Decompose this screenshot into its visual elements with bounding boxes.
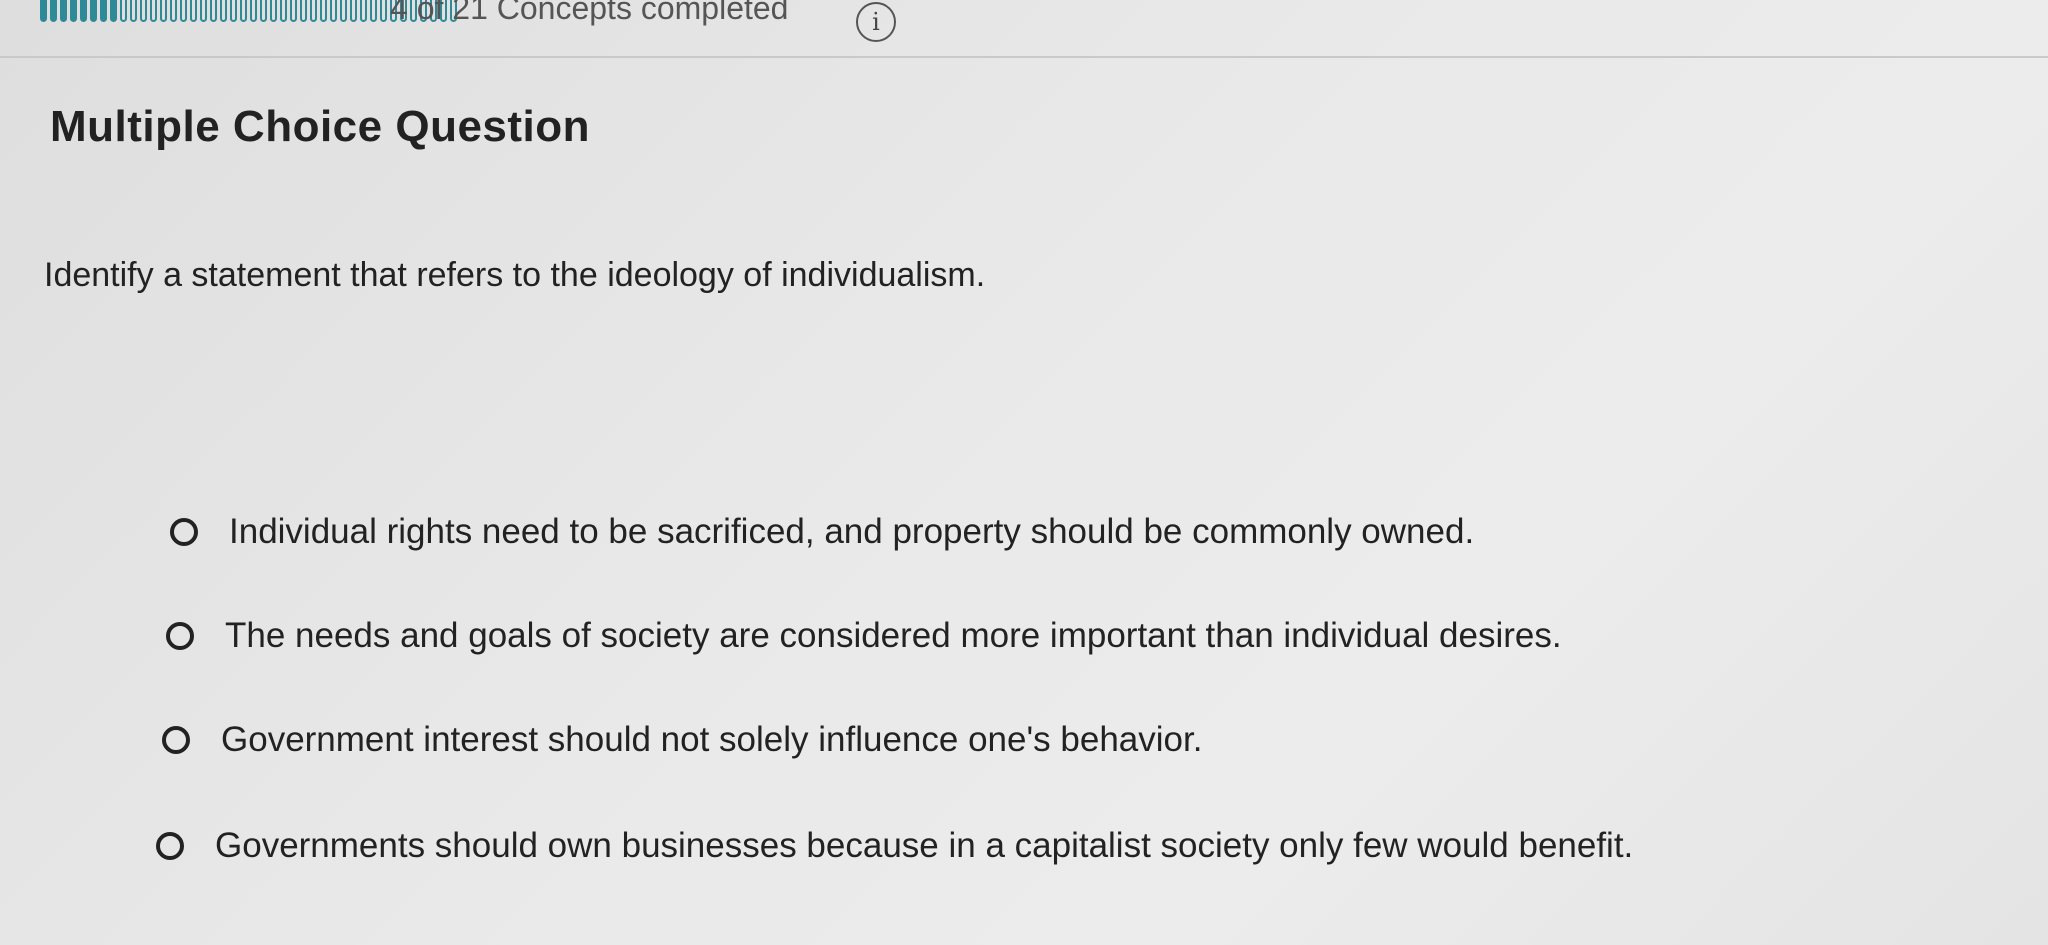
progress-segment-remaining — [320, 0, 327, 22]
progress-segment-remaining — [340, 0, 347, 22]
answer-option-label: The needs and goals of society are consi… — [225, 616, 1562, 655]
progress-label: 4 of 21 Concepts completed — [390, 0, 789, 26]
header-divider — [0, 56, 2048, 58]
radio-button[interactable] — [162, 726, 190, 754]
answer-option-2[interactable]: The needs and goals of society are consi… — [166, 616, 1562, 656]
radio-button[interactable] — [156, 832, 184, 860]
progress-segment-remaining — [190, 0, 197, 22]
progress-segment-remaining — [210, 0, 217, 22]
progress-segment-remaining — [270, 0, 277, 22]
progress-segment-completed — [80, 0, 87, 22]
progress-segment-completed — [110, 0, 117, 22]
progress-segment-remaining — [360, 0, 367, 22]
answer-option-1[interactable]: Individual rights need to be sacrificed,… — [170, 512, 1474, 552]
progress-segment-remaining — [330, 0, 337, 22]
progress-segment-remaining — [200, 0, 207, 22]
progress-segment-remaining — [300, 0, 307, 22]
progress-segment-remaining — [260, 0, 267, 22]
progress-segment-remaining — [280, 0, 287, 22]
question-type-title: Multiple Choice Question — [50, 102, 591, 151]
progress-segment-remaining — [370, 0, 377, 22]
answer-option-label: Government interest should not solely in… — [221, 720, 1203, 759]
progress-segment-remaining — [310, 0, 317, 22]
progress-segment-remaining — [180, 0, 187, 22]
progress-segment-remaining — [120, 0, 127, 22]
progress-segment-remaining — [130, 0, 137, 22]
progress-segment-completed — [50, 0, 57, 22]
info-icon[interactable]: i — [856, 2, 896, 42]
progress-segment-remaining — [170, 0, 177, 22]
progress-segment-remaining — [220, 0, 227, 22]
radio-button[interactable] — [170, 518, 198, 546]
progress-segment-completed — [90, 0, 97, 22]
progress-segment-completed — [60, 0, 67, 22]
progress-segment-remaining — [350, 0, 357, 22]
progress-segment-remaining — [140, 0, 147, 22]
answer-option-label: Governments should own businesses becaus… — [215, 826, 1634, 865]
progress-segment-completed — [40, 0, 47, 22]
progress-segment-remaining — [250, 0, 257, 22]
answer-option-3[interactable]: Government interest should not solely in… — [162, 720, 1202, 760]
progress-segment-remaining — [290, 0, 297, 22]
progress-segment-remaining — [380, 0, 387, 22]
answer-option-label: Individual rights need to be sacrificed,… — [229, 512, 1475, 551]
question-prompt: Identify a statement that refers to the … — [44, 256, 986, 294]
progress-segment-remaining — [230, 0, 237, 22]
radio-button[interactable] — [166, 622, 194, 650]
progress-segment-remaining — [240, 0, 247, 22]
progress-segment-remaining — [150, 0, 157, 22]
progress-segment-completed — [100, 0, 107, 22]
progress-segment-remaining — [160, 0, 167, 22]
answer-option-4[interactable]: Governments should own businesses becaus… — [156, 826, 1633, 866]
progress-segment-completed — [70, 0, 77, 22]
screen: 4 of 21 Concepts completed i Multiple Ch… — [0, 0, 2048, 945]
